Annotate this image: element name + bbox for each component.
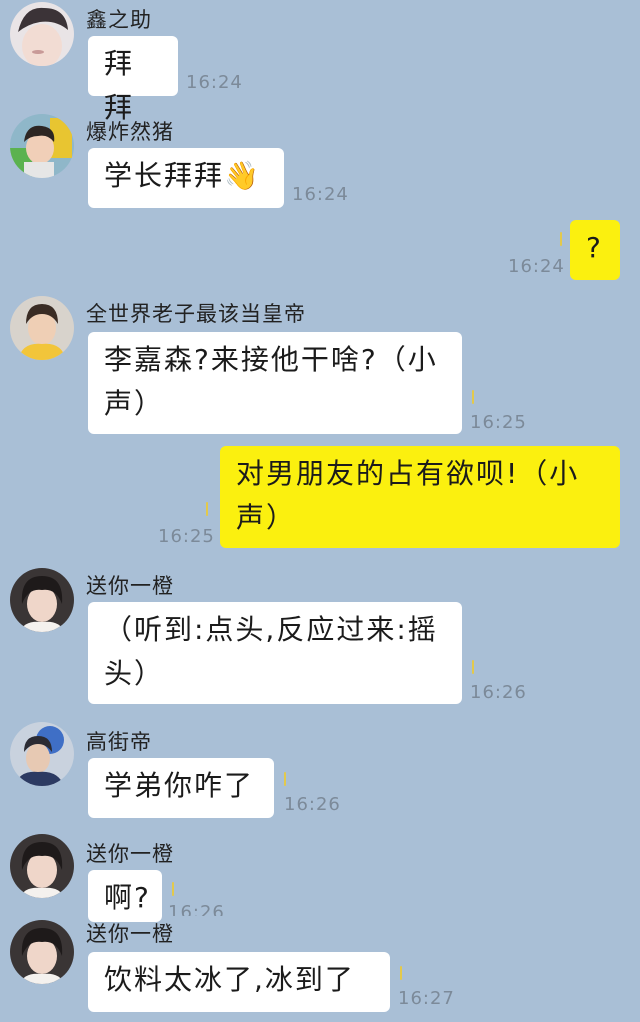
read-indicator <box>400 966 402 980</box>
message-text: 饮料太冰了,冰到了 <box>104 963 355 996</box>
message-bubble[interactable]: 拜拜 <box>88 36 178 124</box>
message-time: 16:24 <box>292 184 349 205</box>
message-text: 拜拜 <box>104 47 135 124</box>
sender-name: 爆炸然猪 <box>86 120 174 144</box>
message-time: 16:25 <box>470 412 527 433</box>
read-indicator <box>472 660 474 674</box>
message-text: 啊? <box>104 881 151 914</box>
message-bubble[interactable]: ? <box>570 220 620 280</box>
sender-name: 高街帝 <box>86 730 152 754</box>
message-text: 对男朋友的占有欲呗!（小声） <box>236 457 580 534</box>
message-text: 学弟你咋了 <box>104 769 255 802</box>
avatar-songniyicheng[interactable] <box>10 920 74 984</box>
message-time: 16:24 <box>508 256 565 277</box>
message-time: 16:25 <box>158 526 215 547</box>
read-indicator <box>172 882 174 896</box>
message-time: 16:27 <box>398 988 455 1009</box>
message-time: 16:24 <box>186 72 243 93</box>
message-time: 16:26 <box>284 794 341 815</box>
message-bubble[interactable]: 啊? <box>88 870 162 922</box>
read-indicator <box>472 390 474 404</box>
message-time: 16:26 <box>470 682 527 703</box>
message-text: （听到:点头,反应过来:摇头） <box>104 613 438 690</box>
message-text: 李嘉森?来接他干啥?（小声） <box>104 343 438 420</box>
avatar-xinzhizhu[interactable] <box>10 2 74 66</box>
sender-name: 全世界老子最该当皇帝 <box>86 302 306 326</box>
message-bubble[interactable]: 饮料太冰了,冰到了 <box>88 952 390 1012</box>
message-time: 16:26 <box>168 902 225 916</box>
avatar-songniyicheng[interactable] <box>10 834 74 898</box>
avatar-quanshijie[interactable] <box>10 296 74 360</box>
message-bubble[interactable]: 学弟你咋了 <box>88 758 274 818</box>
avatar-gaojiedi[interactable] <box>10 722 74 786</box>
sender-name: 送你一橙 <box>86 574 174 598</box>
sender-name: 鑫之助 <box>86 8 152 32</box>
message-text: 学长拜拜👋 <box>104 159 261 192</box>
message-text: ? <box>586 231 603 264</box>
read-indicator <box>560 232 562 246</box>
sender-name: 送你一橙 <box>86 842 174 866</box>
message-bubble[interactable]: 李嘉森?来接他干啥?（小声） <box>88 332 462 434</box>
sender-name: 送你一橙 <box>86 922 174 946</box>
message-bubble[interactable]: （听到:点头,反应过来:摇头） <box>88 602 462 704</box>
message-bubble[interactable]: 学长拜拜👋 <box>88 148 284 208</box>
message-bubble[interactable]: 对男朋友的占有欲呗!（小声） <box>220 446 620 548</box>
read-indicator <box>284 772 286 786</box>
avatar-songniyicheng[interactable] <box>10 568 74 632</box>
avatar-baozharanzhu[interactable] <box>10 114 74 178</box>
read-indicator <box>206 502 208 516</box>
